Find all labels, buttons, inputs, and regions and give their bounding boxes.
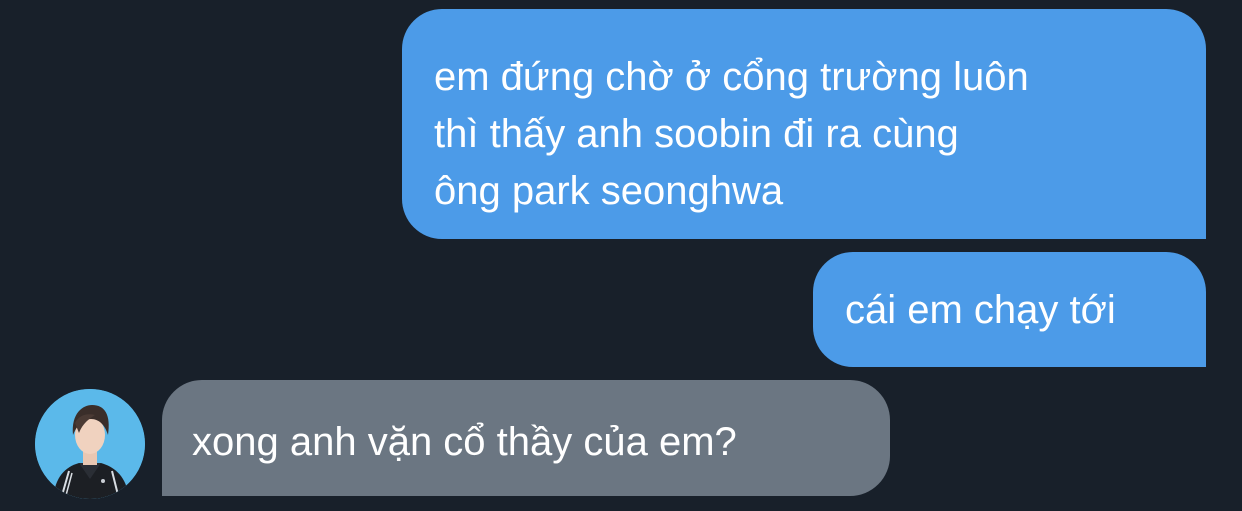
- message-text-line: xong anh vặn cổ thầy của em?: [192, 420, 737, 464]
- message-text-line: thì thấy anh soobin đi ra cùng: [434, 112, 959, 156]
- received-message-bubble[interactable]: xong anh vặn cổ thầy của em?: [162, 380, 890, 496]
- sent-message-bubble[interactable]: cái em chạy tới: [813, 252, 1206, 367]
- person-photo-avatar-icon: [35, 389, 145, 499]
- message-thread: em đứng chờ ở cổng trường luôn thì thấy …: [0, 0, 1242, 511]
- sender-avatar[interactable]: [35, 389, 145, 499]
- sent-message-bubble[interactable]: em đứng chờ ở cổng trường luôn thì thấy …: [402, 9, 1206, 239]
- message-text-line: em đứng chờ ở cổng trường luôn: [434, 55, 1029, 99]
- message-text-line: ông park seonghwa: [434, 169, 784, 213]
- message-text-line: cái em chạy tới: [845, 288, 1116, 332]
